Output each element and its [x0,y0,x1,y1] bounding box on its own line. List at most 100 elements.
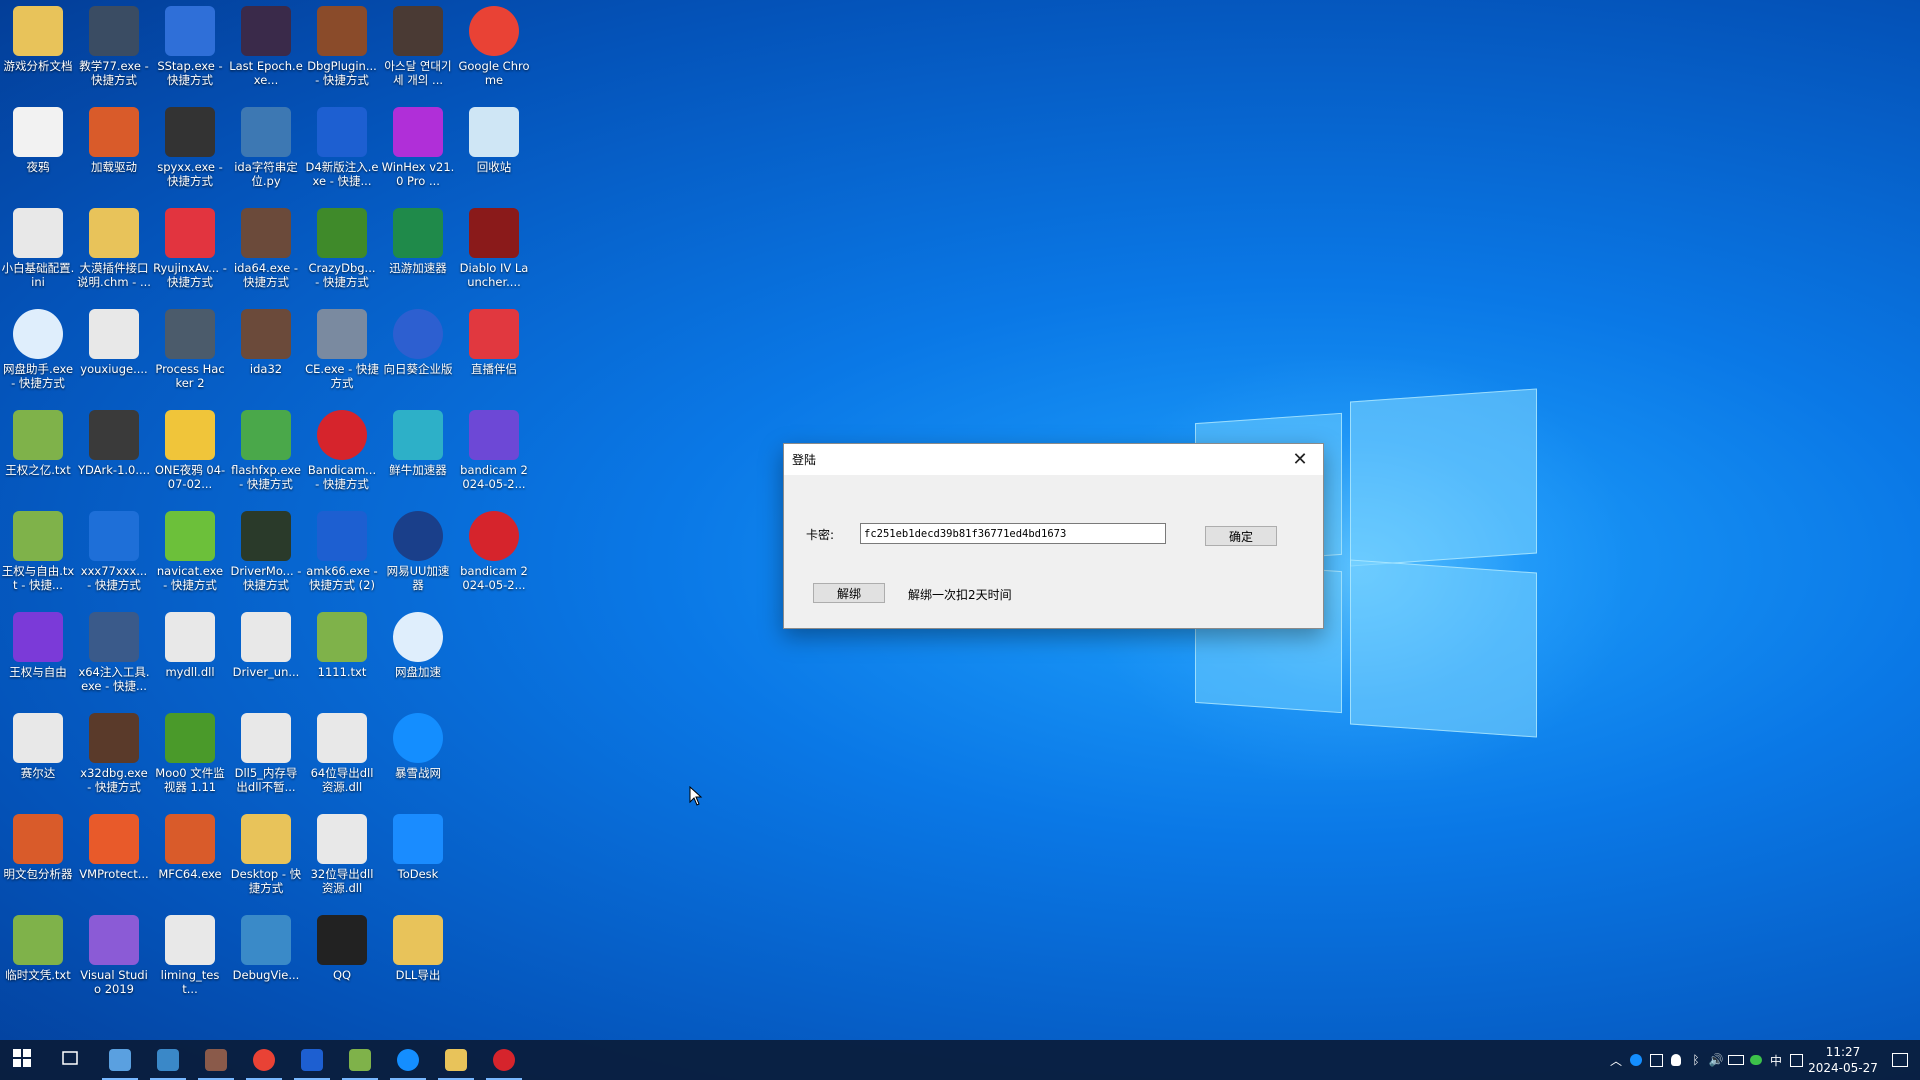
bluetooth-icon[interactable]: ᛒ [1686,1040,1706,1080]
unbind-button[interactable]: 解绑 [813,583,885,603]
taskbar-bandicam[interactable] [480,1040,528,1080]
desktop-icon[interactable]: Dll5_内存导出dll不暂... [228,707,304,807]
desktop-icon-label: DebugVie... [232,968,300,982]
clock[interactable]: 11:27 2024-05-27 [1806,1044,1880,1076]
battery-icon[interactable] [1726,1040,1746,1080]
desktop-icon[interactable]: 夜鸦 [0,101,76,201]
taskbar-explorer[interactable] [432,1040,480,1080]
desktop-icon[interactable]: 小白基础配置.ini [0,202,76,302]
desktop-icon[interactable]: 大漠插件接口说明.chm - ... [76,202,152,302]
desktop-icon[interactable]: 迅游加速器 [380,202,456,302]
desktop-icon[interactable]: 王权与自由.txt - 快捷... [0,505,76,605]
taskbar-chrome[interactable] [240,1040,288,1080]
qq-tray-icon[interactable] [1666,1040,1686,1080]
desktop-icon[interactable]: DbgPlugin... - 快捷方式 [304,0,380,100]
desktop-icon[interactable]: YDArk-1.0.... [76,404,152,504]
desktop-icon[interactable]: 加载驱动 [76,101,152,201]
desktop-icon[interactable]: 64位导出dll资源.dll [304,707,380,807]
wechat-tray-icon[interactable] [1746,1040,1766,1080]
notification-center-button[interactable] [1880,1040,1920,1080]
desktop-icon[interactable]: VMProtect... [76,808,152,908]
desktop-icon[interactable]: navicat.exe - 快捷方式 [152,505,228,605]
ime-mode-icon[interactable] [1786,1040,1806,1080]
desktop-icon[interactable]: Google Chrome [456,0,532,100]
desktop-icon[interactable]: 直播伴侣 [456,303,532,403]
folder-icon [13,6,63,56]
desktop-icon[interactable]: Bandicam... - 快捷方式 [304,404,380,504]
taskbar-app-1[interactable] [96,1040,144,1080]
desktop-icon[interactable]: DriverMo... - 快捷方式 [228,505,304,605]
taskbar-app-2[interactable] [144,1040,192,1080]
desktop-icon[interactable]: liming_test... [152,909,228,1009]
taskbar-battlenet[interactable] [384,1040,432,1080]
python-icon [241,107,291,157]
desktop-icon[interactable]: 王权与自由 [0,606,76,706]
desktop-icon[interactable]: spyxx.exe - 快捷方式 [152,101,228,201]
desktop-icon[interactable]: x64注入工具.exe - 快捷... [76,606,152,706]
desktop-icon[interactable]: CE.exe - 快捷方式 [304,303,380,403]
desktop-icon[interactable]: QQ [304,909,380,1009]
key-input[interactable] [860,523,1166,544]
desktop-icon[interactable]: Driver_un... [228,606,304,706]
taskbar-app-4[interactable] [288,1040,336,1080]
desktop-icon[interactable]: 鲜牛加速器 [380,404,456,504]
volume-icon[interactable]: 🔊 [1706,1040,1726,1080]
ftp-icon [241,410,291,460]
desktop-icon-label: WinHex v21.0 Pro ... [381,160,455,188]
task-view-button[interactable] [48,1040,96,1080]
desktop-icon[interactable]: flashfxp.exe - 快捷方式 [228,404,304,504]
desktop-icon[interactable]: ToDesk [380,808,456,908]
taskbar-app-3[interactable] [192,1040,240,1080]
desktop-icon[interactable]: 游戏分析文档 [0,0,76,100]
desktop-icon[interactable]: ida64.exe - 快捷方式 [228,202,304,302]
desktop-icon[interactable]: 1111.txt [304,606,380,706]
desktop-icon[interactable]: Desktop - 快捷方式 [228,808,304,908]
close-button[interactable]: ✕ [1277,444,1323,475]
desktop-icon[interactable]: 临时文凭.txt [0,909,76,1009]
desktop-icon[interactable]: 赛尔达 [0,707,76,807]
desktop-icon[interactable]: Diablo IV Launcher.... [456,202,532,302]
desktop-icon[interactable]: 王权之亿.txt [0,404,76,504]
desktop-icon[interactable]: CrazyDbg... - 快捷方式 [304,202,380,302]
desktop-icon[interactable]: DebugVie... [228,909,304,1009]
desktop-icon[interactable]: MFC64.exe [152,808,228,908]
desktop-icon[interactable]: youxiuge.... [76,303,152,403]
desktop-icon[interactable]: SStap.exe - 快捷方式 [152,0,228,100]
desktop-icon[interactable]: x32dbg.exe - 快捷方式 [76,707,152,807]
desktop-icon[interactable]: Visual Studio 2019 [76,909,152,1009]
network-monitor-tray-icon[interactable] [1646,1040,1666,1080]
desktop-icon[interactable]: bandicam 2024-05-2... [456,505,532,605]
battlenet-tray-icon[interactable] [1626,1040,1646,1080]
desktop-icon[interactable]: RyujinxAv... - 快捷方式 [152,202,228,302]
desktop-icon[interactable]: 32位导出dll资源.dll [304,808,380,908]
desktop-icon[interactable]: amk66.exe - 快捷方式 (2) [304,505,380,605]
desktop-icon[interactable]: Process Hacker 2 [152,303,228,403]
desktop-icon[interactable]: WinHex v21.0 Pro ... [380,101,456,201]
desktop-icon[interactable]: D4新版注入.exe - 快捷... [304,101,380,201]
desktop-icon[interactable]: 暴雪战网 [380,707,456,807]
chevron-up-icon[interactable]: ︿ [1606,1040,1626,1080]
desktop-icon[interactable]: ida32 [228,303,304,403]
desktop-icon[interactable]: ONE夜鸦 04-07-02... [152,404,228,504]
desktop-icon[interactable]: 网盘加速 [380,606,456,706]
desktop-icon[interactable]: 教学77.exe - 快捷方式 [76,0,152,100]
desktop-icon[interactable]: xxx77xxx... - 快捷方式 [76,505,152,605]
game-icon [13,612,63,662]
desktop-icon[interactable]: ida字符串定位.py [228,101,304,201]
desktop-icon[interactable]: 아스달 연대기 세 개의 ... [380,0,456,100]
desktop-icon[interactable]: mydll.dll [152,606,228,706]
taskbar-notepad[interactable] [336,1040,384,1080]
desktop-icon[interactable]: bandicam 2024-05-2... [456,404,532,504]
desktop-icon[interactable]: 网盘助手.exe - 快捷方式 [0,303,76,403]
confirm-button[interactable]: 确定 [1205,526,1277,546]
desktop-icon[interactable]: Moo0 文件监视器 1.11 [152,707,228,807]
desktop-icon[interactable]: 向日葵企业版 [380,303,456,403]
start-button[interactable] [0,1040,48,1080]
desktop-icon[interactable]: Last Epoch.exe... [228,0,304,100]
desktop-icon[interactable]: DLL导出 [380,909,456,1009]
desktop-icon[interactable]: 明文包分析器 [0,808,76,908]
desktop-icon[interactable]: 回收站 [456,101,532,201]
ime-indicator[interactable]: 中 [1766,1040,1786,1080]
desktop-icon[interactable]: 网易UU加速器 [380,505,456,605]
dll-file-icon [165,612,215,662]
